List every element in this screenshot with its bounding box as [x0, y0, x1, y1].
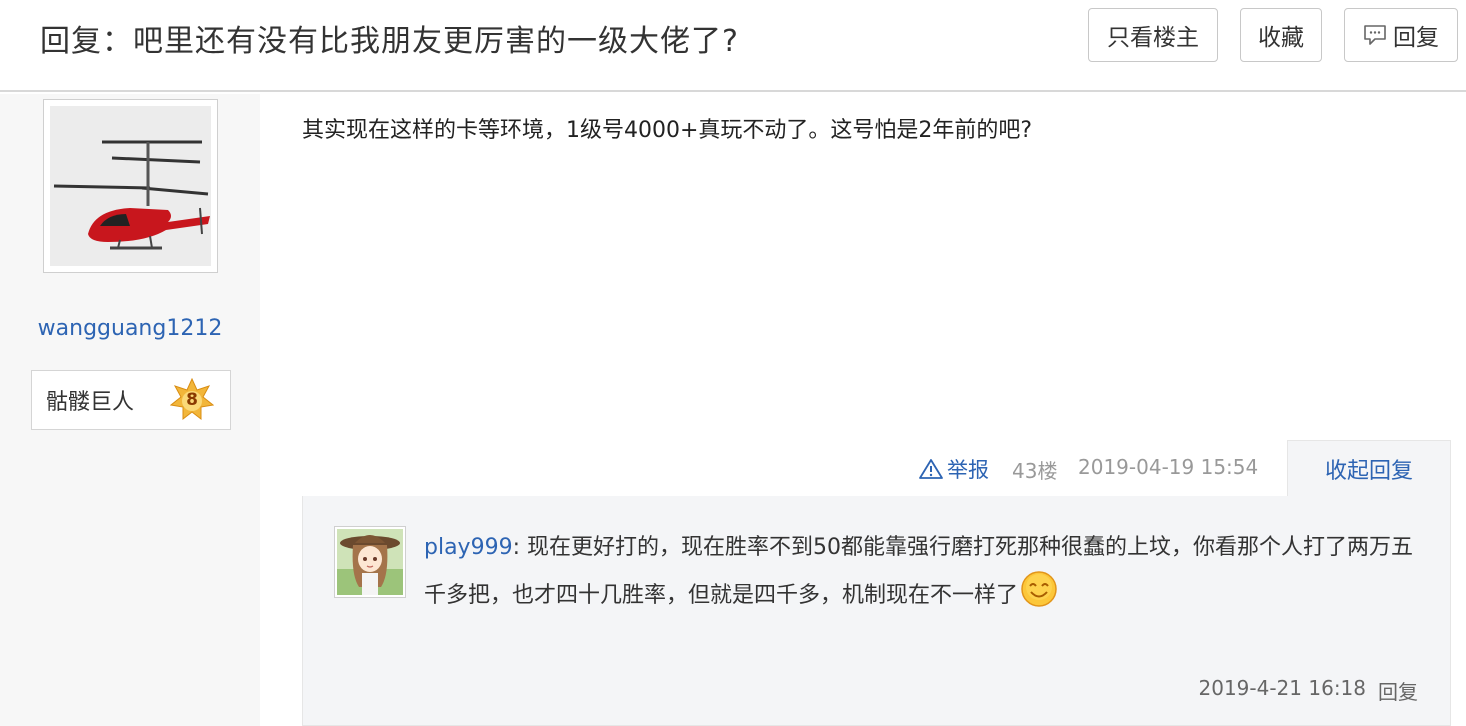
post-timestamp: 2019-04-19 15:54: [1078, 455, 1259, 479]
reply-icon: [1363, 24, 1387, 46]
level-badge-icon: 8: [169, 377, 215, 422]
username-link[interactable]: wangguang1212: [0, 316, 260, 341]
reply-panel: play999: 现在更好打的，现在胜率不到50都能靠强行磨打死那种很蠢的上坟，…: [302, 496, 1451, 726]
reply-button-label: 回复: [1393, 25, 1439, 51]
thread-header: 回复：吧里还有没有比我朋友更厉害的一级大佬了? 只看楼主 收藏 回复: [0, 0, 1466, 92]
reply-content: play999: 现在更好打的，现在胜率不到50都能靠强行磨打死那种很蠢的上坟，…: [424, 526, 1414, 618]
post-meta: 举报 43楼 2019-04-19 15:54 收起回复: [0, 440, 1466, 496]
reply-timestamp: 2019-4-21 16:18: [1198, 676, 1367, 700]
warning-icon: [918, 458, 944, 480]
reply-text: : 现在更好打的，现在胜率不到50都能靠强行磨打死那种很蠢的上坟，你看那个人打了…: [424, 535, 1413, 608]
user-sidebar: wangguang1212 骷髅巨人 8: [0, 94, 260, 726]
reply-button[interactable]: 回复: [1344, 8, 1458, 62]
reply-avatar[interactable]: [334, 526, 406, 598]
report-link[interactable]: 举报: [918, 454, 989, 484]
favorite-button[interactable]: 收藏: [1240, 8, 1322, 62]
smile-emoji-icon: [1020, 570, 1058, 608]
post-body: 其实现在这样的卡等环境，1级号4000+真玩不动了。这号怕是2年前的吧?: [302, 118, 1033, 143]
member-badge[interactable]: 骷髅巨人 8: [31, 370, 231, 430]
reply-footer: 2019-4-21 16:18 回复: [1199, 676, 1419, 705]
helicopter-avatar-image: [50, 106, 211, 266]
report-label: 举报: [947, 458, 989, 482]
badge-title: 骷髅巨人: [46, 390, 135, 415]
level-number: 8: [186, 390, 198, 410]
girl-avatar-image: [337, 529, 403, 595]
thread-title: 回复：吧里还有没有比我朋友更厉害的一级大佬了?: [40, 24, 739, 59]
floor-number: 43楼: [1012, 459, 1058, 483]
reply-username-link[interactable]: play999: [424, 535, 513, 560]
only-owner-button[interactable]: 只看楼主: [1088, 8, 1218, 62]
avatar[interactable]: [43, 99, 218, 273]
collapse-replies-button[interactable]: 收起回复: [1287, 440, 1451, 496]
reply-to-reply-link[interactable]: 回复: [1378, 676, 1418, 705]
